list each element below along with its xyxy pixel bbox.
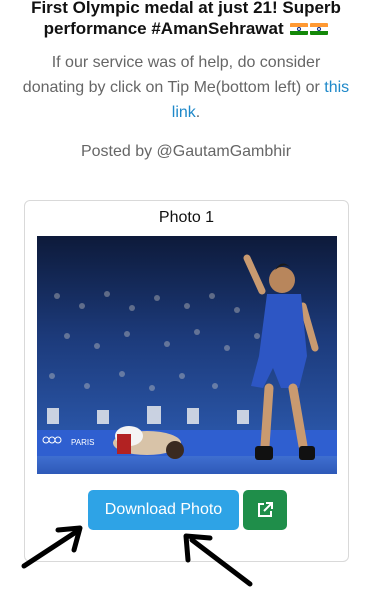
posted-by: Posted by @GautamGambhir — [80, 143, 292, 160]
india-flag-icon — [310, 23, 329, 35]
tweet-text: First Olympic medal at just 21! Superb p… — [0, 0, 372, 39]
india-flag-icon — [290, 23, 309, 35]
photo-illustration: PARIS — [37, 236, 337, 474]
donation-message-text: If our service was of help, do consider … — [22, 54, 321, 96]
annotation-arrow-left-icon — [21, 525, 83, 569]
banner-text: PARIS — [71, 438, 94, 447]
card-title: Photo 1 — [158, 209, 215, 226]
donation-message: If our service was of help, do consider … — [20, 50, 352, 125]
wrestling-photo: PARIS — [37, 236, 337, 474]
open-external-button[interactable] — [243, 490, 287, 530]
photo-card: Photo 1 PARIS Download Photo — [24, 200, 349, 562]
external-link-icon — [258, 502, 273, 517]
annotation-arrow-right-icon — [183, 533, 253, 587]
download-photo-button[interactable]: Download Photo — [88, 490, 239, 530]
donation-message-suffix: . — [195, 104, 201, 121]
